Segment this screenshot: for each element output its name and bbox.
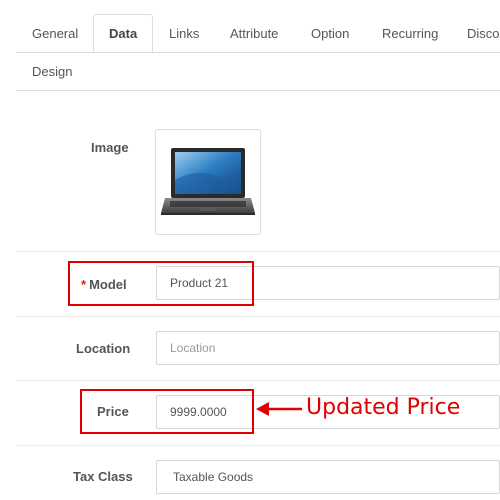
row-divider [16, 445, 500, 446]
row-divider [16, 316, 500, 317]
image-label: Image [91, 140, 129, 155]
price-highlight-box [80, 389, 254, 434]
tab-links[interactable]: Links [169, 14, 199, 52]
row-divider [16, 380, 500, 381]
tab-general[interactable]: General [32, 14, 78, 52]
annotation-updated-price: Updated Price [306, 395, 461, 420]
location-input[interactable]: Location [156, 331, 500, 365]
tab-discount[interactable]: Discou [467, 14, 500, 52]
tax-class-select[interactable]: Taxable Goods [156, 460, 500, 494]
tab-divider [16, 52, 500, 53]
tab-option[interactable]: Option [311, 14, 349, 52]
product-image[interactable] [155, 129, 261, 235]
location-label: Location [76, 341, 131, 356]
tax-class-label: Tax Class [73, 469, 133, 484]
tab-recurring[interactable]: Recurring [382, 14, 438, 52]
tab-bar: General Data Links Attribute Option Recu… [16, 14, 500, 91]
tab-attribute[interactable]: Attribute [230, 14, 278, 52]
tab-data[interactable]: Data [93, 14, 154, 54]
tab-design[interactable]: Design [32, 52, 72, 90]
row-divider [16, 251, 500, 252]
arrow-left-icon [256, 402, 302, 416]
tab-divider [16, 90, 500, 91]
laptop-icon [161, 148, 255, 215]
model-highlight-box [68, 261, 254, 306]
